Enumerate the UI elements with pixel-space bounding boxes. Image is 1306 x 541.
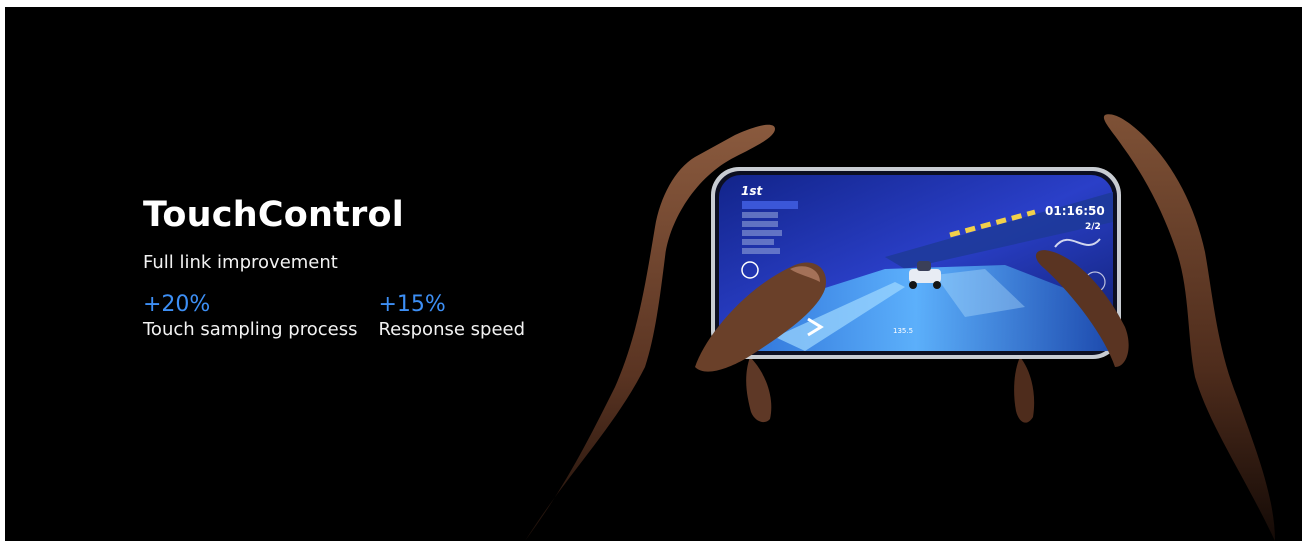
stat-response-speed: +15% Response speed: [378, 293, 525, 340]
stat-value: +15%: [378, 292, 446, 317]
top-strip: [0, 0, 1306, 7]
lap-counter: 2/2: [1085, 222, 1101, 232]
feature-copy: TouchControl Full link improvement +20% …: [143, 195, 546, 341]
right-hand: [1103, 114, 1275, 541]
stat-touch-sampling: +20% Touch sampling process: [143, 293, 357, 340]
stats-row: +20% Touch sampling process +15% Respons…: [143, 293, 546, 340]
stat-label: Response speed: [378, 319, 526, 341]
stat-value: +20%: [143, 292, 211, 317]
race-timer: 01:16:50: [1045, 204, 1105, 218]
feature-banner: 1st 01:16:50 2/2 135.5 TouchControl Full…: [5, 7, 1302, 541]
speed-readout: 135.5: [893, 327, 913, 335]
feature-subtitle: Full link improvement: [143, 252, 338, 273]
race-position: 1st: [741, 184, 763, 198]
stat-label: Touch sampling process: [143, 319, 358, 341]
feature-title: TouchControl: [143, 195, 404, 235]
